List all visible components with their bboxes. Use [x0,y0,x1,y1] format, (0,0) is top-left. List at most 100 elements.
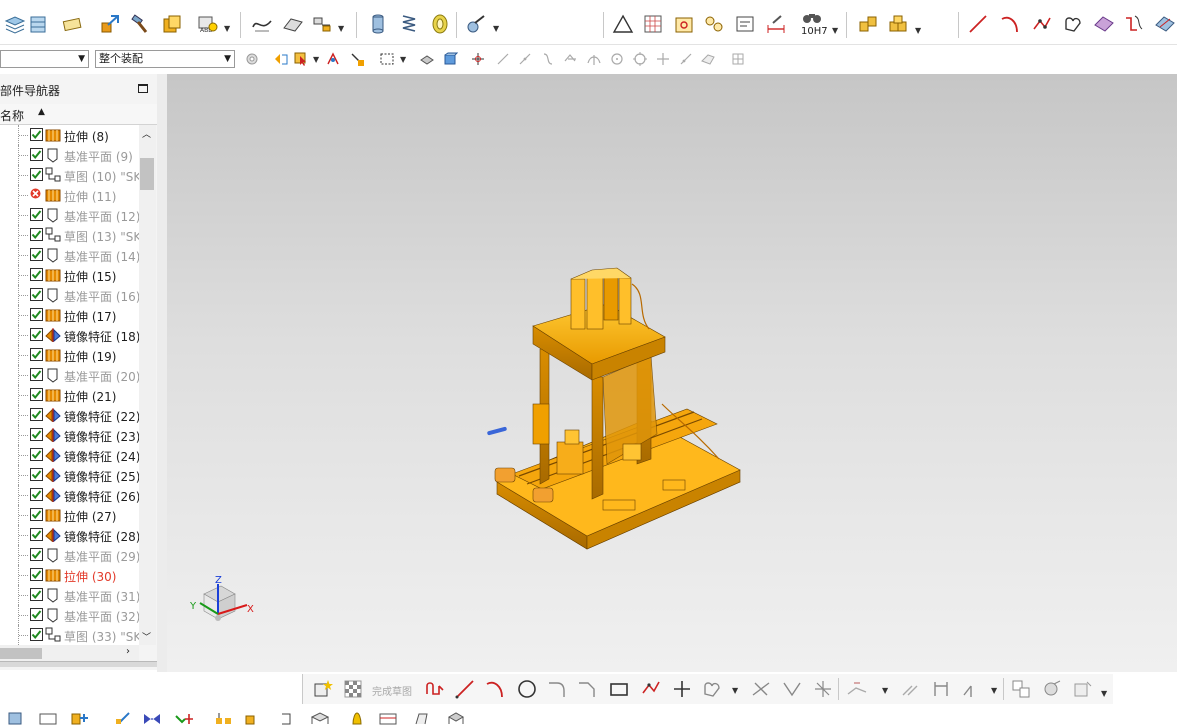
hole-table-icon[interactable] [672,12,696,36]
quick-extend-icon[interactable] [780,677,804,701]
hammer-icon[interactable] [128,12,152,36]
tree-row[interactable]: 基准平面 (29) [0,545,139,565]
feature-checkbox[interactable] [30,588,43,601]
feature-checkbox[interactable] [30,228,43,241]
point-icon[interactable] [670,677,694,701]
tree-row[interactable]: 基准平面 (12) [0,205,139,225]
tree-row[interactable]: 草图 (33) "SK [0,625,139,645]
snap-endpoint-icon[interactable] [494,50,512,68]
constraint-icon[interactable] [845,677,869,701]
feature-checkbox[interactable] [30,128,43,141]
line-icon[interactable] [966,12,990,36]
show-constraints-icon[interactable] [1009,677,1033,701]
cursor-select-icon[interactable] [292,50,310,68]
tree-row[interactable]: 基准平面 (20) [0,365,139,385]
scroll-thumb[interactable] [140,158,154,190]
part-new-icon[interactable] [160,12,184,36]
view-triad[interactable] [199,584,248,621]
feature-checkbox[interactable] [30,528,43,541]
tree-row[interactable]: 拉伸 (15) [0,265,139,285]
maximize-icon[interactable] [138,84,148,93]
feature-checkbox[interactable] [30,368,43,381]
tree-row[interactable]: 拉伸 (17) [0,305,139,325]
sketch-star-icon[interactable] [311,677,335,701]
feature-checkbox[interactable] [30,168,43,181]
feature-checkbox[interactable] [30,248,43,261]
column-header[interactable]: 名称 ▲ [0,104,157,125]
type-filter-combo[interactable]: ▼ [0,50,89,68]
bearing-icon[interactable] [428,12,452,36]
measure-tag-icon[interactable] [60,12,84,36]
tree-row[interactable]: 拉伸 (21) [0,385,139,405]
feature-checkbox[interactable] [30,328,43,341]
tree-row[interactable]: 镜像特征 (24) [0,445,139,465]
snap-control-icon[interactable] [539,50,557,68]
tree-row[interactable]: 基准平面 (14) [0,245,139,265]
geometric-constraints-icon[interactable] [899,677,923,701]
feature-checkbox[interactable] [30,508,43,521]
table-grid-icon[interactable] [641,12,665,36]
profile-icon[interactable] [423,677,447,701]
tree-row[interactable]: 拉伸 (30) [0,565,139,585]
snap-existing-point-icon[interactable] [654,50,672,68]
panel-splitter[interactable] [157,74,167,672]
tree-row[interactable]: 基准平面 (9) [0,145,139,165]
feature-checkbox[interactable] [30,288,43,301]
assembly-scope-combo[interactable]: 整个装配 ▼ [95,50,235,68]
fillet-icon[interactable] [545,677,569,701]
snap-intersection-icon[interactable] [562,50,580,68]
wire-harness-icon[interactable] [464,12,488,36]
horizontal-scrollbar[interactable]: › [0,645,139,662]
polygon-spline-icon[interactable] [639,677,663,701]
layer-stack-icon[interactable] [3,12,27,36]
tree-row[interactable]: 基准平面 (32) [0,605,139,625]
snap-on-curve-icon[interactable] [677,50,695,68]
component-group-icon[interactable] [886,12,910,36]
binoculars-icon[interactable] [800,9,824,25]
quick-trim-icon[interactable] [749,677,773,701]
rectangle-icon[interactable] [607,677,631,701]
feature-checkbox[interactable] [30,548,43,561]
tree-row[interactable]: 镜像特征 (25) [0,465,139,485]
sort-ascending-icon[interactable]: ▲ [38,107,45,117]
feature-checkbox[interactable] [30,608,43,621]
feature-checkbox[interactable] [30,448,43,461]
snap-bounded-grid-icon[interactable] [729,50,747,68]
navigator-resize-bar[interactable] [0,661,157,667]
tree-row[interactable]: 镜像特征 (23) [0,425,139,445]
vertical-scrollbar[interactable]: ︿ ﹀ [139,125,156,645]
feature-checkbox[interactable] [30,208,43,221]
snap-on-surface-icon[interactable] [699,50,717,68]
make-symmetric-icon[interactable] [929,677,953,701]
abd-label-icon[interactable]: ABD [196,12,220,36]
feature-checkbox[interactable] [30,408,43,421]
spring-icon[interactable] [397,12,421,36]
sketch-line-icon[interactable] [453,677,477,701]
feature-checkbox[interactable] [30,488,43,501]
feature-checkbox[interactable] [30,308,43,321]
cylinder-stack-icon[interactable] [26,12,50,36]
tree-row[interactable]: 镜像特征 (18) [0,325,139,345]
scroll-right-icon[interactable]: › [126,646,130,657]
feature-checkbox[interactable] [30,148,43,161]
heart-curve-icon[interactable] [1061,12,1085,36]
dimension-icon[interactable] [764,12,788,36]
surface-tool-icon[interactable] [281,12,305,36]
snap-center-icon[interactable] [608,50,626,68]
tree-row[interactable]: 基准平面 (16) [0,285,139,305]
tree-row[interactable]: 草图 (10) "SK [0,165,139,185]
make-corner-icon[interactable] [811,677,835,701]
offset-tool-icon[interactable] [310,12,334,36]
tree-row[interactable]: 拉伸 (11) [0,185,139,205]
snap-arc-center-icon[interactable] [585,50,603,68]
model-canvas[interactable]: Z X Y [167,74,1177,672]
tolerance-label[interactable]: 10H7 [801,26,828,37]
feature-checkbox[interactable] [30,268,43,281]
surface-patch-icon[interactable] [1092,12,1116,36]
face-select-icon[interactable] [418,50,436,68]
scroll-up-icon[interactable]: ︿ [142,127,151,140]
tree-row[interactable]: 镜像特征 (28) [0,525,139,545]
feature-checkbox[interactable] [30,348,43,361]
tree-row[interactable]: 镜像特征 (22) [0,405,139,425]
triangle-icon[interactable] [611,12,635,36]
